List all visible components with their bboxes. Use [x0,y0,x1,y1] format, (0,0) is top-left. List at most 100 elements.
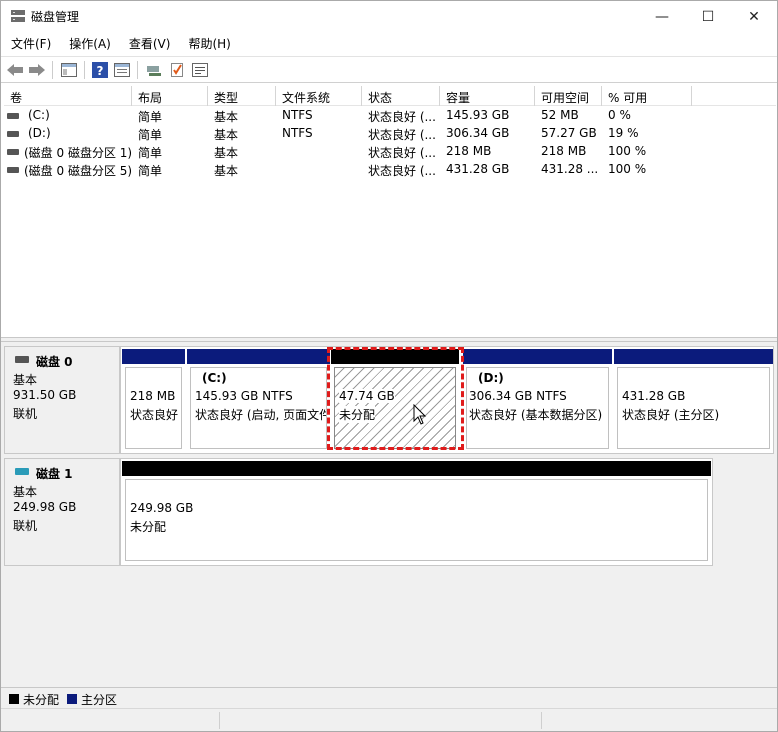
disk-status: 联机 [13,407,38,421]
volume-row[interactable]: (D:) 简单 基本 NTFS 状态良好 (... 306.34 GB 57.2… [4,125,776,143]
list-icon[interactable] [190,60,210,80]
disk-1-label[interactable]: 磁盘 1 基本 249.98 GB 联机 [4,458,120,566]
partition-body: 431.28 GB 状态良好 (主分区) [617,367,770,449]
volume-row[interactable]: (磁盘 0 磁盘分区 1) 简单 基本 状态良好 (... 218 MB 218… [4,143,776,161]
disk-management-window: 磁盘管理 — ☐ ✕ 文件(F) 操作(A) 查看(V) 帮助(H) ? 卷 布… [0,0,778,732]
volume-row[interactable]: (磁盘 0 磁盘分区 5) 简单 基本 状态良好 (... 431.28 GB … [4,161,776,179]
partition-size: 249.98 GB [130,501,194,515]
check-icon[interactable] [167,60,187,80]
column-header-filesystem[interactable]: 文件系统 [276,86,362,106]
menu-view[interactable]: 查看(V) [119,34,179,54]
volume-percent-free: 100 % [608,162,647,176]
volume-list-header: 卷 布局 类型 文件系统 状态 容量 可用空间 % 可用 [4,86,776,106]
volume-list[interactable]: 卷 布局 类型 文件系统 状态 容量 可用空间 % 可用 (C:) 简单 基本 … [4,86,776,336]
disk-status: 联机 [13,519,38,533]
disk-type: 基本 [13,485,38,499]
volume-free-space: 218 MB [541,144,587,158]
column-header-volume[interactable]: 卷 [4,86,132,106]
drive-icon [7,167,19,173]
menu-file[interactable]: 文件(F) [1,34,59,54]
partition-type-bar [122,349,185,364]
volume-free-space: 431.28 ... [541,162,599,176]
minimize-button[interactable]: — [639,1,685,32]
volume-type: 基本 [214,110,239,124]
volume-row[interactable]: (C:) 简单 基本 NTFS 状态良好 (... 145.93 GB 52 M… [4,107,776,125]
disk-0-label[interactable]: 磁盘 0 基本 931.50 GB 联机 [4,346,120,454]
partition-type-bar [122,461,711,476]
column-header-layout[interactable]: 布局 [132,86,208,106]
partition-status: 状态良好 (主分区) [622,408,720,422]
volume-layout: 简单 [138,128,163,142]
partition-status: 状态良好 [130,408,179,422]
partition-c-drive[interactable]: (C:) 145.93 GB NTFS 状态良好 (启动, 页面文件 [187,349,330,452]
unallocated-highlight-box [327,347,464,450]
partition-disk0-1[interactable]: 218 MB 状态良好 [122,349,185,452]
partition-body: 218 MB 状态良好 [125,367,182,449]
maximize-button[interactable]: ☐ [685,1,731,32]
disk-name: 磁盘 0 [36,355,73,369]
volume-capacity: 218 MB [446,144,492,158]
volume-status: 状态良好 (... [368,128,436,142]
toolbar: ? [1,56,777,83]
volume-status: 状态良好 (... [368,146,436,160]
column-header-percent-free[interactable]: % 可用 [602,86,692,106]
menu-action[interactable]: 操作(A) [59,34,119,54]
partition-type-bar [463,349,612,364]
volume-status: 状态良好 (... [368,164,436,178]
volume-name: (磁盘 0 磁盘分区 5) [24,164,133,178]
partition-status: 未分配 [130,520,167,534]
console-tree-icon[interactable] [59,60,79,80]
partition-size: 306.34 GB NTFS [469,389,567,403]
partition-label: (C:) [202,371,227,385]
disk-icon [15,356,29,363]
volume-free-space: 52 MB [541,108,579,122]
status-bar [1,708,777,731]
back-icon[interactable] [5,60,25,80]
drive-icon [7,149,19,155]
partition-body: (C:) 145.93 GB NTFS 状态良好 (启动, 页面文件 [190,367,327,449]
menu-help[interactable]: 帮助(H) [178,34,238,54]
partition-body: 249.98 GB 未分配 [125,479,708,561]
column-header-capacity[interactable]: 容量 [440,86,535,106]
volume-percent-free: 19 % [608,126,639,140]
volume-layout: 简单 [138,146,163,160]
drive-icon [7,113,19,119]
partition-d-drive[interactable]: (D:) 306.34 GB NTFS 状态良好 (基本数据分区) [463,349,612,452]
disk-icon [15,468,29,475]
partition-disk0-5[interactable]: 431.28 GB 状态良好 (主分区) [614,349,773,452]
disk-graphical-view: 磁盘 0 基本 931.50 GB 联机 218 MB 状态良好 (C:) 14… [1,342,777,687]
legend: 未分配 主分区 [1,687,777,708]
volume-capacity: 306.34 GB [446,126,510,140]
partition-unallocated-disk1[interactable]: 249.98 GB 未分配 [122,461,711,564]
svg-text:?: ? [97,64,104,78]
help-icon[interactable]: ? [90,60,110,80]
volume-layout: 简单 [138,110,163,124]
toolbar-separator [52,61,53,79]
disk-management-icon [11,10,25,22]
toolbar-separator [84,61,85,79]
column-header-free-space[interactable]: 可用空间 [535,86,602,106]
properties-icon[interactable] [112,60,132,80]
partition-status: 状态良好 (启动, 页面文件 [195,408,326,422]
drive-icon [7,131,19,137]
legend-label-primary: 主分区 [81,693,118,707]
volume-capacity: 431.28 GB [446,162,510,176]
disk-size: 931.50 GB [13,388,77,402]
connect-icon[interactable] [144,60,164,80]
column-header-status[interactable]: 状态 [362,86,440,106]
volume-type: 基本 [214,128,239,142]
disk-type: 基本 [13,373,38,387]
forward-icon[interactable] [27,60,47,80]
volume-free-space: 57.27 GB [541,126,597,140]
column-header-type[interactable]: 类型 [208,86,276,106]
mouse-cursor-icon [413,404,427,425]
volume-type: 基本 [214,164,239,178]
volume-name: (磁盘 0 磁盘分区 1) [24,146,133,160]
volume-type: 基本 [214,146,239,160]
volume-capacity: 145.93 GB [446,108,510,122]
title-bar: 磁盘管理 — ☐ ✕ [1,1,777,32]
close-button[interactable]: ✕ [731,1,777,32]
partition-size: 145.93 GB NTFS [195,389,293,403]
disk-size: 249.98 GB [13,500,77,514]
volume-filesystem: NTFS [282,126,313,140]
